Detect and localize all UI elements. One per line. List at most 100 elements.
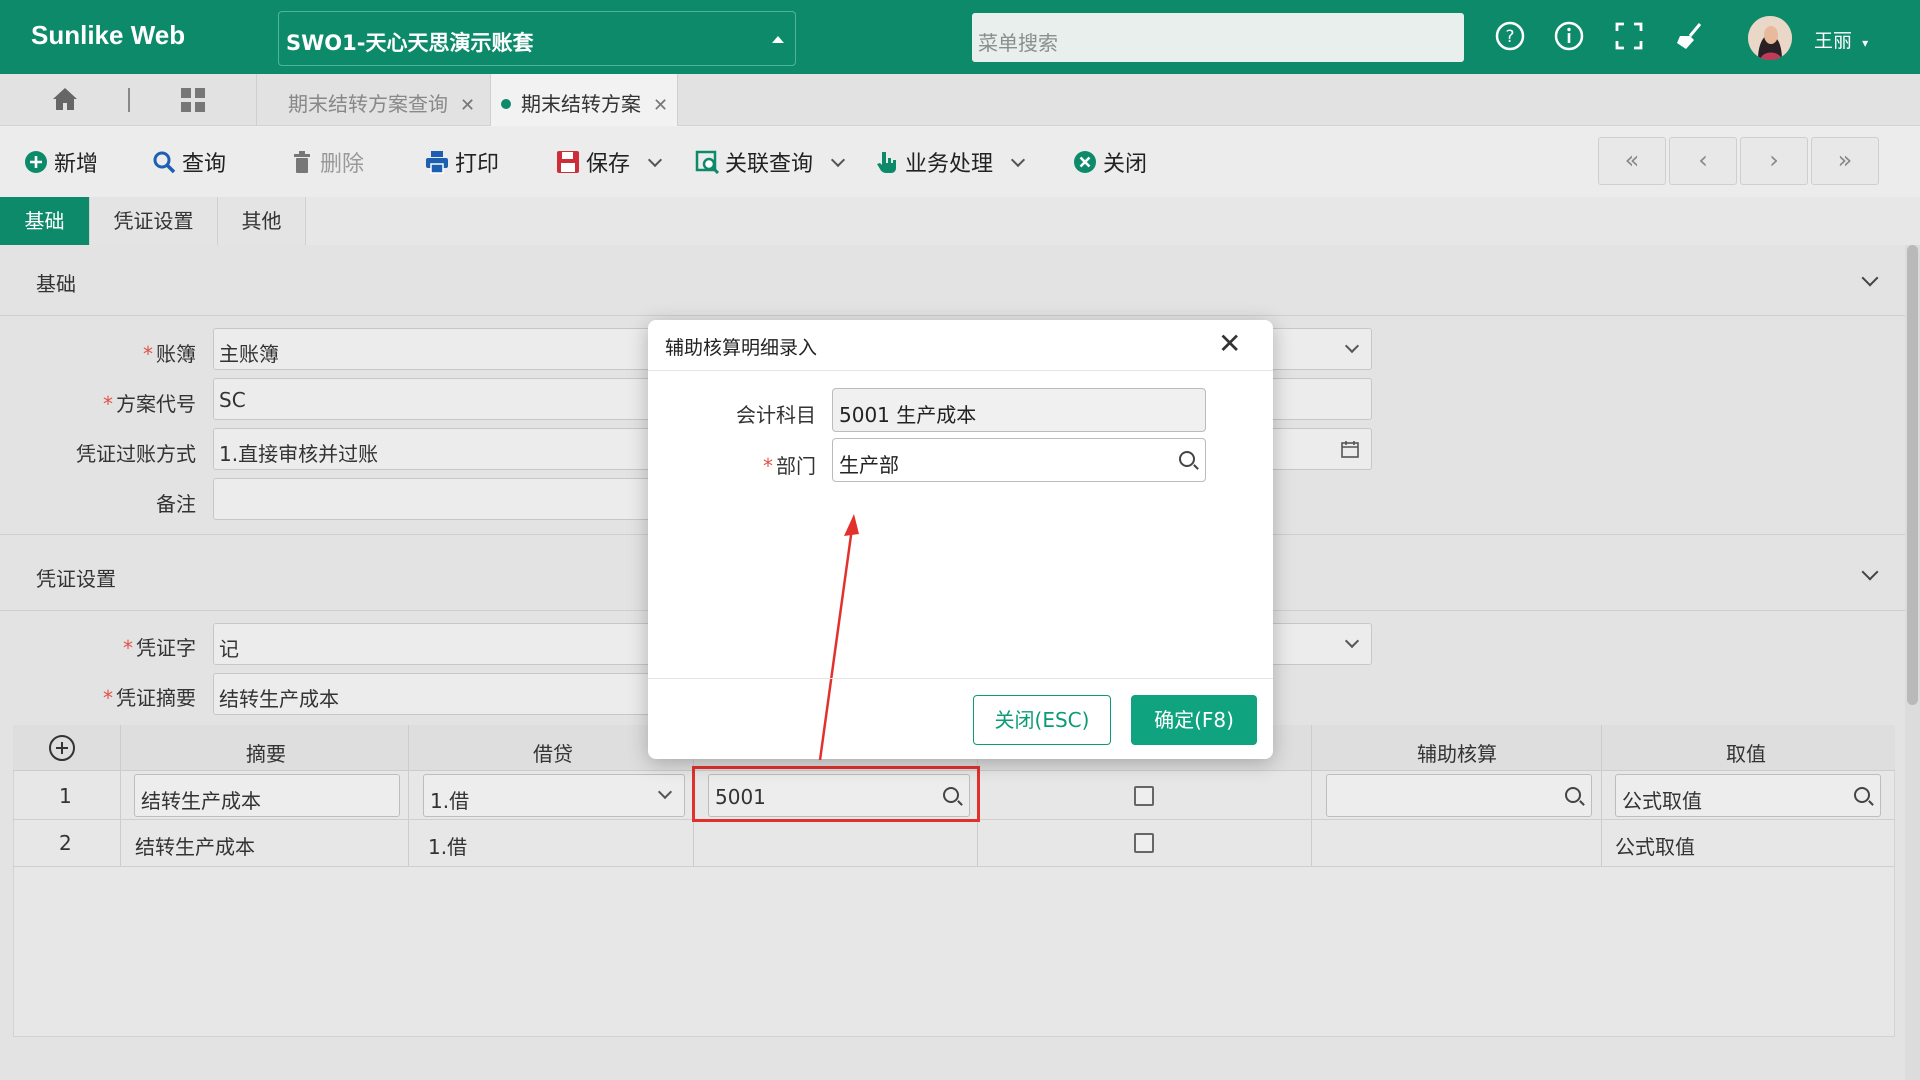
next-record-button[interactable]: › [1740,137,1808,185]
remark-field[interactable] [213,478,653,520]
new-label: 新增 [54,152,99,177]
account-set-label: SWO1-天心天思演示账套 [286,31,534,55]
user-menu[interactable]: 王丽 ▾ [1814,26,1868,53]
delete-button[interactable]: 删除 [290,146,364,178]
search-icon[interactable] [1854,787,1870,803]
close-icon[interactable]: ✕ [1218,327,1241,360]
user-name: 王丽 [1814,30,1853,52]
svg-text:?: ? [1505,27,1514,47]
divider [648,370,1273,371]
info-icon[interactable] [1553,20,1585,52]
clean-icon[interactable] [1674,20,1706,52]
close-label: 关闭 [1103,152,1148,177]
prev-record-button[interactable]: ‹ [1669,137,1737,185]
save-label: 保存 [586,152,631,177]
col-header-debit-credit: 借贷 [533,742,573,766]
brand-logo: Sunlike Web [31,20,186,50]
row-debit-credit-select[interactable]: 1.借 [423,774,685,817]
related-query-label: 关联查询 [725,152,814,177]
add-row-icon[interactable] [48,734,76,762]
tab-plan-query[interactable]: 期末结转方案查询 ✕ [288,74,488,126]
caret-up-icon [772,36,784,43]
grid-menu-icon[interactable] [180,87,206,113]
col-header-summary: 摘要 [246,742,286,766]
user-avatar[interactable] [1748,16,1792,60]
business-button[interactable]: 业务处理 [875,146,1026,178]
voucher-word-select[interactable]: 记 [213,623,653,665]
search-icon[interactable] [1179,451,1195,467]
section-basic-title: 基础 [36,272,76,296]
last-record-button[interactable]: » [1811,137,1879,185]
tab-label: 期末结转方案查询 [288,92,448,116]
printer-icon [426,151,448,174]
home-icon[interactable] [52,87,78,111]
calendar-icon[interactable] [1341,440,1359,458]
row-checkbox[interactable] [1134,786,1154,806]
plan-code-label: * 方案代号 [103,392,196,416]
dialog-title: 辅助核算明细录入 [665,337,818,359]
aux-detail-dialog [648,320,1273,759]
save-icon [557,151,579,173]
row-value-text: 公式取值 [1622,789,1702,813]
business-label: 业务处理 [905,152,994,177]
col-header-aux: 辅助核算 [1417,742,1497,766]
related-query-button[interactable]: 关联查询 [695,146,846,178]
divider [408,725,409,866]
ledger-field[interactable]: 主账簿 [213,328,653,370]
row-aux-input[interactable] [1326,774,1592,817]
divider [1601,725,1602,866]
caret-down-icon: ▾ [1862,36,1869,50]
row-checkbox[interactable] [1134,833,1154,853]
query-button[interactable]: 查询 [152,146,226,178]
posting-method-label: 凭证过账方式 [76,442,196,466]
save-button[interactable]: 保存 [556,146,663,178]
trash-icon [294,151,310,173]
new-button[interactable]: 新增 [24,146,98,178]
fullscreen-icon[interactable] [1613,20,1645,52]
close-circle-icon [1074,151,1096,173]
row-summary[interactable]: 结转生产成本 [135,831,255,860]
highlight-box [692,766,980,822]
subtab-basic[interactable]: 基础 [0,197,90,245]
account-set-select[interactable]: SWO1-天心天思演示账套 [278,11,796,66]
section-voucher-title: 凭证设置 [36,567,116,591]
row-debit-credit[interactable]: 1.借 [428,831,467,860]
scrollbar-thumb[interactable] [1907,245,1918,705]
close-button[interactable]: 关闭 [1073,146,1147,178]
first-record-button[interactable]: « [1598,137,1666,185]
divider [128,88,130,112]
help-icon[interactable]: ? [1494,20,1526,52]
subtab-voucher-settings[interactable]: 凭证设置 [90,197,218,245]
account-subject-label: 会计科目 [736,403,816,427]
close-icon[interactable]: ✕ [460,95,475,116]
plan-code-field[interactable]: SC [213,378,653,420]
search-icon [153,151,176,174]
search-icon[interactable] [1565,787,1581,803]
divider [0,315,1905,316]
related-query-icon [695,150,719,174]
menu-search-input[interactable]: 菜单搜索 [972,13,1464,62]
divider [648,678,1273,679]
chevron-down-icon [1344,338,1360,354]
posting-method-select[interactable]: 1.直接审核并过账 [213,428,653,470]
row-summary-input[interactable]: 结转生产成本 [134,774,400,817]
row-value-input[interactable]: 公式取值 [1615,774,1881,817]
chevron-down-icon[interactable] [830,152,846,168]
annotation-arrow [818,514,859,761]
close-icon[interactable]: ✕ [653,95,668,116]
voucher-word-label: * 凭证字 [123,636,196,660]
delete-label: 删除 [320,152,365,177]
chevron-down-icon [657,784,673,800]
subtab-other[interactable]: 其他 [218,197,306,245]
chevron-down-icon [1344,633,1360,649]
voucher-summary-field[interactable]: 结转生产成本 [213,673,653,715]
department-input[interactable]: 生产部 [832,438,1206,482]
account-subject-field: 5001 生产成本 [832,388,1206,432]
row-value[interactable]: 公式取值 [1615,831,1695,860]
tab-plan[interactable]: 期末结转方案 ✕ [490,74,678,126]
dialog-confirm-button[interactable]: 确定(F8) [1131,695,1257,745]
chevron-down-icon[interactable] [1010,152,1026,168]
print-button[interactable]: 打印 [425,146,499,178]
chevron-down-icon[interactable] [647,152,663,168]
dialog-close-button[interactable]: 关闭(ESC) [973,695,1111,745]
